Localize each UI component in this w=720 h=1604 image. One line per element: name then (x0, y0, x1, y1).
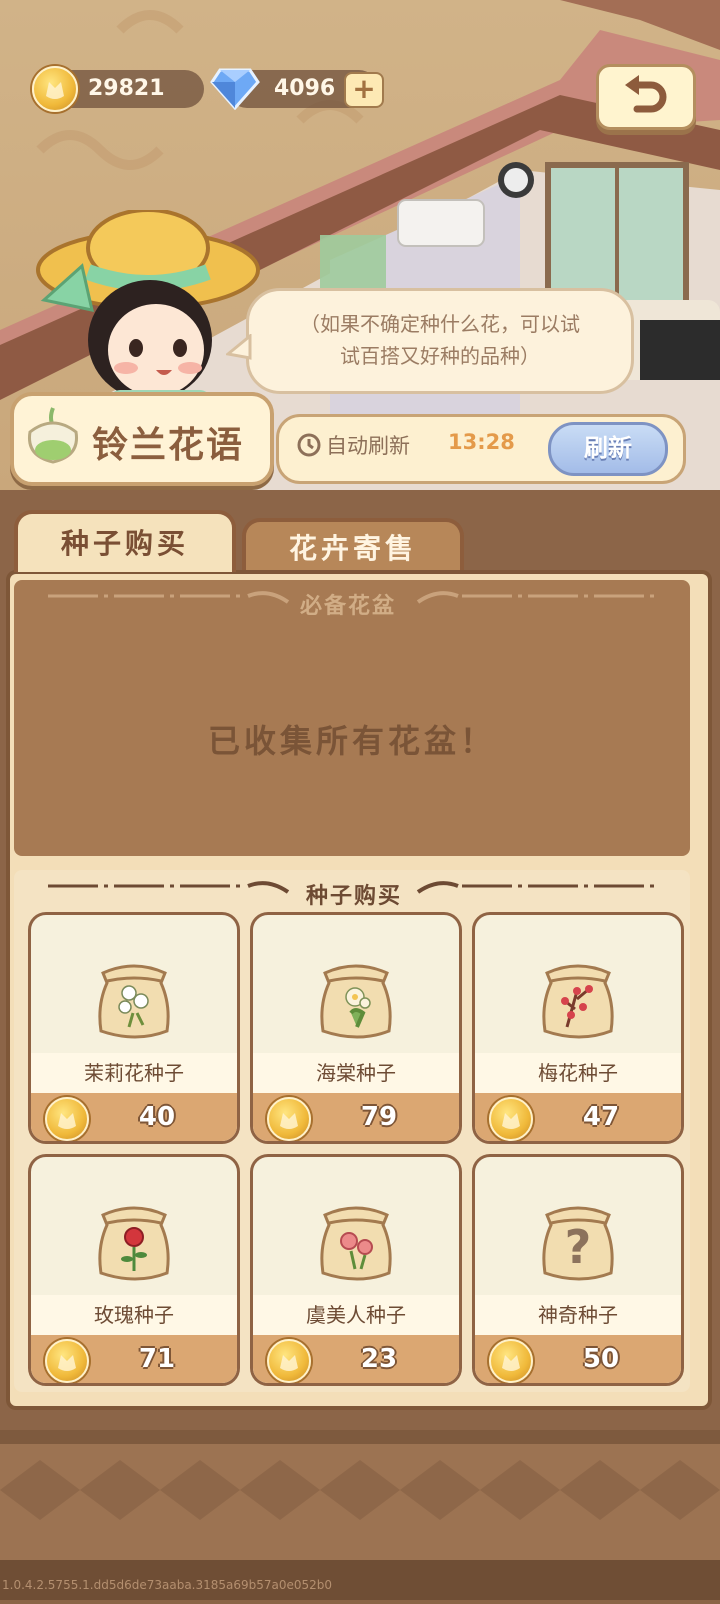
seed-price: 47 (582, 1102, 620, 1132)
tab-flower-consignment[interactable]: 花卉寄售 (242, 518, 464, 574)
coin-icon (45, 1339, 89, 1383)
seed-name: 虞美人种子 (253, 1295, 459, 1335)
refresh-button[interactable]: 刷新 (548, 422, 668, 476)
coin-amount: 29821 (88, 76, 165, 101)
seed-price: 50 (582, 1344, 620, 1374)
seed-name: 茉莉花种子 (31, 1053, 237, 1093)
seed-price-bar: 71 (31, 1335, 237, 1383)
seed-price: 23 (360, 1344, 398, 1374)
seed-bag-icon (98, 964, 170, 1039)
coin-icon (267, 1097, 311, 1141)
seed-price-bar: 79 (253, 1093, 459, 1141)
seed-price: 40 (138, 1102, 176, 1132)
seed-price: 71 (138, 1344, 176, 1374)
svg-text:?: ? (565, 1220, 592, 1274)
speech-line-2: 试百搭又好种的品种） (340, 344, 540, 368)
coin-icon (45, 1097, 89, 1141)
pots-section-title: 必备花盆 (300, 594, 397, 619)
seed-price-bar: 47 (475, 1093, 681, 1141)
floor-pattern (0, 1430, 720, 1600)
seeds-section-title: 种子购买 (306, 884, 403, 909)
add-gems-button[interactable]: + (344, 72, 384, 108)
coin-icon (489, 1339, 533, 1383)
undo-arrow-icon (625, 75, 667, 113)
npc-character (36, 210, 260, 420)
seed-card[interactable]: 茉莉花种子 40 (28, 912, 240, 1144)
seed-card[interactable]: 玫瑰种子 71 (28, 1154, 240, 1386)
coin-icon (489, 1097, 533, 1141)
seed-card[interactable]: 虞美人种子 23 (250, 1154, 462, 1386)
seed-price-bar: 23 (253, 1335, 459, 1383)
speech-line-1: （如果不确定种什么花，可以试 (300, 312, 580, 336)
diamond-icon (210, 68, 260, 110)
seed-name: 梅花种子 (475, 1053, 681, 1093)
speech-bubble-text: （如果不确定种什么花，可以试 试百搭又好种的品种） (270, 308, 610, 372)
seed-name: 玫瑰种子 (31, 1295, 237, 1335)
question-mark-icon: ? (565, 1220, 592, 1274)
seed-bag-icon (542, 964, 614, 1039)
version-string: 1.0.4.2.5755.1.dd5d6de73aaba.3185a69b57a… (2, 1578, 333, 1592)
seed-bag-icon (320, 964, 392, 1039)
all-pots-collected-message: 已收集所有花盆！ (207, 722, 496, 760)
refresh-countdown: 13:28 (448, 430, 515, 454)
back-button[interactable] (596, 64, 696, 130)
coin-icon (32, 66, 78, 112)
speech-bubble-tail (226, 334, 252, 360)
seed-card[interactable]: 海棠种子 79 (250, 912, 462, 1144)
clock-refresh-icon (297, 433, 321, 457)
seed-card[interactable]: 梅花种子 47 (472, 912, 684, 1144)
seed-name: 海棠种子 (253, 1053, 459, 1093)
lily-of-the-valley-icon (27, 407, 79, 464)
room-scene: 29821 4096 + （如果不确定种什么花，可以试 试百搭又好种的品种） 铃… (0, 0, 720, 490)
seed-name: 神奇种子 (475, 1295, 681, 1335)
seed-card[interactable]: ? 神奇种子 50 (472, 1154, 684, 1386)
coin-icon (267, 1339, 311, 1383)
seed-bag-icon (98, 1206, 170, 1281)
seed-price-bar: 40 (31, 1093, 237, 1141)
auto-refresh-label: 自动刷新 (326, 434, 410, 458)
seed-bag-icon: ? (542, 1206, 614, 1281)
seed-bag-icon (320, 1206, 392, 1281)
seed-price: 79 (360, 1102, 398, 1132)
gem-amount: 4096 (274, 76, 336, 101)
tab-seed-purchase[interactable]: 种子购买 (14, 510, 236, 572)
floor-tiles (0, 1430, 720, 1600)
npc-name: 铃兰花语 (92, 425, 245, 466)
seed-price-bar: 50 (475, 1335, 681, 1383)
